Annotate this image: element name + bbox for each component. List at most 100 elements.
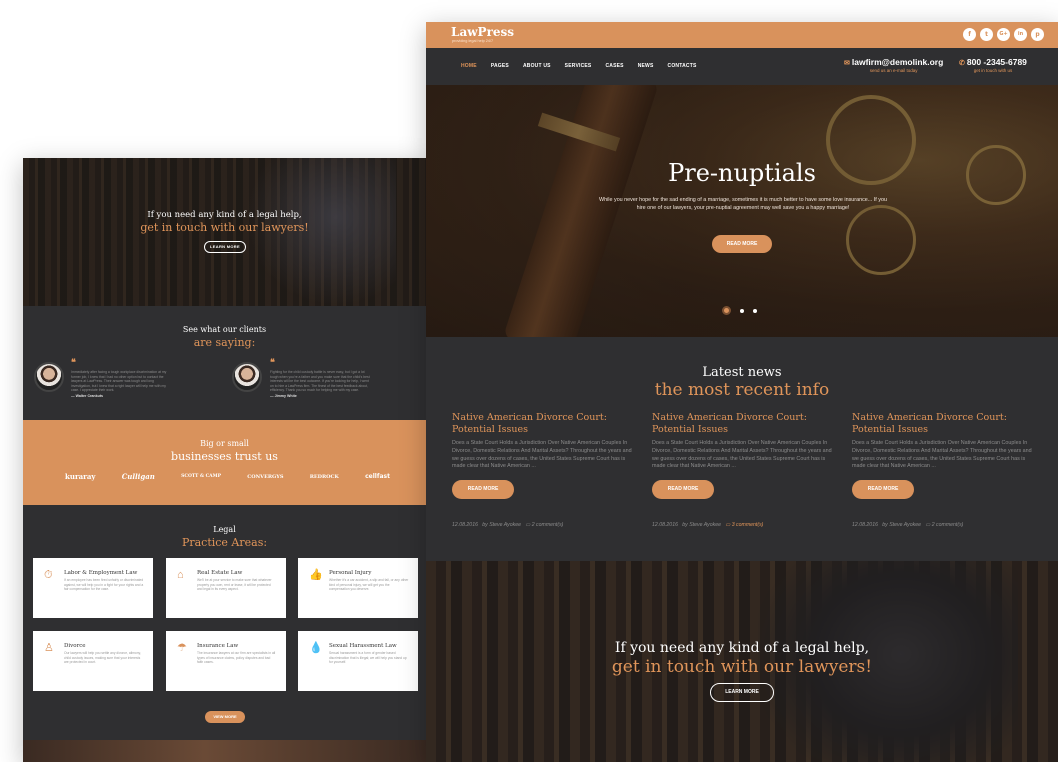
email-address: lawfirm@demolink.org xyxy=(851,57,944,67)
client-logo: cellfast xyxy=(365,473,390,480)
slider-pagination xyxy=(722,306,757,315)
news-post-date: 12.08.2016 xyxy=(452,522,478,528)
nav-item-home[interactable]: HOME xyxy=(461,63,477,69)
practice-card-desc: We'll be at your service to make sure th… xyxy=(197,578,272,591)
news-post-excerpt: Does a State Court Holds a Jurisdiction … xyxy=(652,440,832,470)
cta-learn-more-button[interactable]: LEARN MORE xyxy=(710,683,774,702)
news-heading2: the most recent info xyxy=(654,380,830,400)
testimonial-quote: Fighting for the child custody battle is… xyxy=(270,370,370,393)
news-read-more-button[interactable]: READ MORE xyxy=(852,480,914,499)
main-nav: HOME PAGES ABOUT US SERVICES CASES NEWS … xyxy=(461,63,697,69)
nav-item-pages[interactable]: PAGES xyxy=(491,63,509,69)
thumbs-up-icon: 👍 xyxy=(309,569,323,581)
practice-card-title: Sexual Harassment Law xyxy=(329,643,397,649)
news-post-author[interactable]: by Steve Ayokee xyxy=(682,522,721,528)
quote-icon: ❝ xyxy=(270,358,275,368)
practice-card-title: Real Estate Law xyxy=(197,570,243,576)
site-logo[interactable]: LawPress xyxy=(451,25,514,39)
google-plus-icon[interactable]: G+ xyxy=(997,28,1010,41)
news-post-author[interactable]: by Steve Ayokee xyxy=(482,522,521,528)
client-logo: Culligan xyxy=(121,472,155,481)
news-read-more-button[interactable]: READ MORE xyxy=(652,480,714,499)
news-post-meta: 12.08.2016 by Steve Ayokee ▭ 2 comment(s… xyxy=(852,522,963,528)
comment-icon: ▭ xyxy=(925,522,931,528)
client-logo: CONVERGYS xyxy=(247,473,284,480)
news-post: Native American Divorce Court: Potential… xyxy=(852,412,1032,528)
news-post-comments[interactable]: 2 comment(s) xyxy=(932,522,964,528)
practice-card[interactable]: ⏱ Labor & Employment Law If an employee … xyxy=(33,558,153,618)
news-post-title[interactable]: Native American Divorce Court: Potential… xyxy=(452,412,632,436)
practice-card-desc: Sexual harassment is a form of gender ba… xyxy=(329,651,407,664)
slider-dot-active[interactable] xyxy=(722,306,731,315)
news-post-meta: 12.08.2016 by Steve Ayokee ▭ 3 comment(s… xyxy=(652,522,763,528)
news-post-excerpt: Does a State Court Holds a Jurisdiction … xyxy=(452,440,632,470)
news-post-author[interactable]: by Steve Ayokee xyxy=(882,522,921,528)
news-post-comments[interactable]: 2 comment(s) xyxy=(532,522,564,528)
practice-card-desc: If an employee has been fired unfairly o… xyxy=(64,578,144,591)
practice-heading1: Legal xyxy=(213,525,236,534)
linkedin-icon[interactable]: in xyxy=(1014,28,1027,41)
news-post-title[interactable]: Native American Divorce Court: Potential… xyxy=(852,412,1032,436)
news-post-date: 12.08.2016 xyxy=(852,522,878,528)
left-hero-line1: If you need any kind of a legal help, xyxy=(147,210,302,220)
hero-title: Pre-nuptials xyxy=(668,159,816,187)
practice-card-desc: Whether it's a car accident, a slip and … xyxy=(329,578,409,591)
news-post-comments[interactable]: 3 comment(s) xyxy=(732,522,764,528)
pinterest-icon[interactable]: p xyxy=(1031,28,1044,41)
clients-heading2: businesses trust us xyxy=(171,450,278,463)
practice-card[interactable]: 💧 Sexual Harassment Law Sexual harassmen… xyxy=(298,631,418,691)
person-icon: ♙ xyxy=(44,642,54,654)
site-tagline: providing legal help 24/7 xyxy=(452,39,494,43)
practice-card[interactable]: ⌂ Real Estate Law We'll be at your servi… xyxy=(166,558,286,618)
quote-icon: ❝ xyxy=(71,358,76,368)
phone-number: 800 -2345-6789 xyxy=(966,57,1027,67)
email-caption: send us an e-mail today xyxy=(869,68,918,73)
news-post-date: 12.08.2016 xyxy=(652,522,678,528)
twitter-icon[interactable]: t xyxy=(980,28,993,41)
practice-card[interactable]: 👍 Personal Injury Whether it's a car acc… xyxy=(298,558,418,618)
facebook-icon[interactable]: f xyxy=(963,28,976,41)
news-read-more-button[interactable]: READ MORE xyxy=(452,480,514,499)
left-hero-line2: get in touch with our lawyers! xyxy=(140,221,309,234)
left-hero-section: If you need any kind of a legal help, ge… xyxy=(23,158,426,306)
practice-card-title: Divorce xyxy=(64,643,86,649)
nav-item-services[interactable]: SERVICES xyxy=(565,63,592,69)
clients-heading1: Big or small xyxy=(200,439,249,448)
latest-news-section: Latest news the most recent info Native … xyxy=(426,337,1058,561)
nav-item-cases[interactable]: CASES xyxy=(605,63,623,69)
client-logos: kuraray Culligan SCOTT & CAMP CONVERGYS … xyxy=(65,472,390,481)
top-bar: LawPress providing legal help 24/7 f t G… xyxy=(426,22,1058,48)
phone-caption: get in touch with us xyxy=(973,68,1013,73)
phone-icon: ✆ xyxy=(959,60,965,67)
nav-item-about-us[interactable]: ABOUT US xyxy=(523,63,551,69)
news-post-title[interactable]: Native American Divorce Court: Potential… xyxy=(652,412,832,436)
slider-dot[interactable] xyxy=(740,308,744,313)
practice-card[interactable]: ☂ Insurance Law The insurance lawyers at… xyxy=(166,631,286,691)
comment-icon: ▭ xyxy=(725,522,731,528)
testimonials-heading1: See what our clients xyxy=(182,325,267,334)
avatar xyxy=(34,362,64,392)
cta-line1: If you need any kind of a legal help, xyxy=(614,640,870,656)
practice-card[interactable]: ♙ Divorce Our lawyers will help you sett… xyxy=(33,631,153,691)
clients-section: Big or small businesses trust us kuraray… xyxy=(23,420,426,505)
testimonial-author: — Walter Crankuts xyxy=(71,394,104,398)
mockup-stage: If you need any kind of a legal help, ge… xyxy=(0,0,1058,762)
client-logo: kuraray xyxy=(65,472,96,481)
house-icon: ⌂ xyxy=(177,569,184,581)
hero-read-more-button[interactable]: READ MORE xyxy=(712,235,772,253)
practice-card-title: Labor & Employment Law xyxy=(64,570,138,576)
envelope-icon: ✉ xyxy=(844,60,850,67)
testimonial-quote: Immediately after facing a tough workpla… xyxy=(71,370,167,393)
nav-item-news[interactable]: NEWS xyxy=(638,63,654,69)
news-heading1: Latest news xyxy=(702,365,782,380)
view-more-button[interactable]: VIEW MORE xyxy=(205,711,245,723)
testimonials-section: See what our clients are saying: ❝ Immed… xyxy=(23,306,426,420)
slider-dot[interactable] xyxy=(753,308,757,313)
news-post: Native American Divorce Court: Potential… xyxy=(452,412,632,528)
left-learn-more-button[interactable]: LEARN MORE xyxy=(204,241,246,253)
right-page-mockup: LawPress providing legal help 24/7 f t G… xyxy=(426,22,1058,762)
email-contact[interactable]: ✉ lawfirm@demolink.org send us an e-mail … xyxy=(844,57,943,73)
testimonial-author: — Jimmy White xyxy=(270,394,297,398)
phone-contact[interactable]: ✆ 800 -2345-6789 get in touch with us xyxy=(959,57,1027,73)
nav-item-contacts[interactable]: CONTACTS xyxy=(668,63,697,69)
